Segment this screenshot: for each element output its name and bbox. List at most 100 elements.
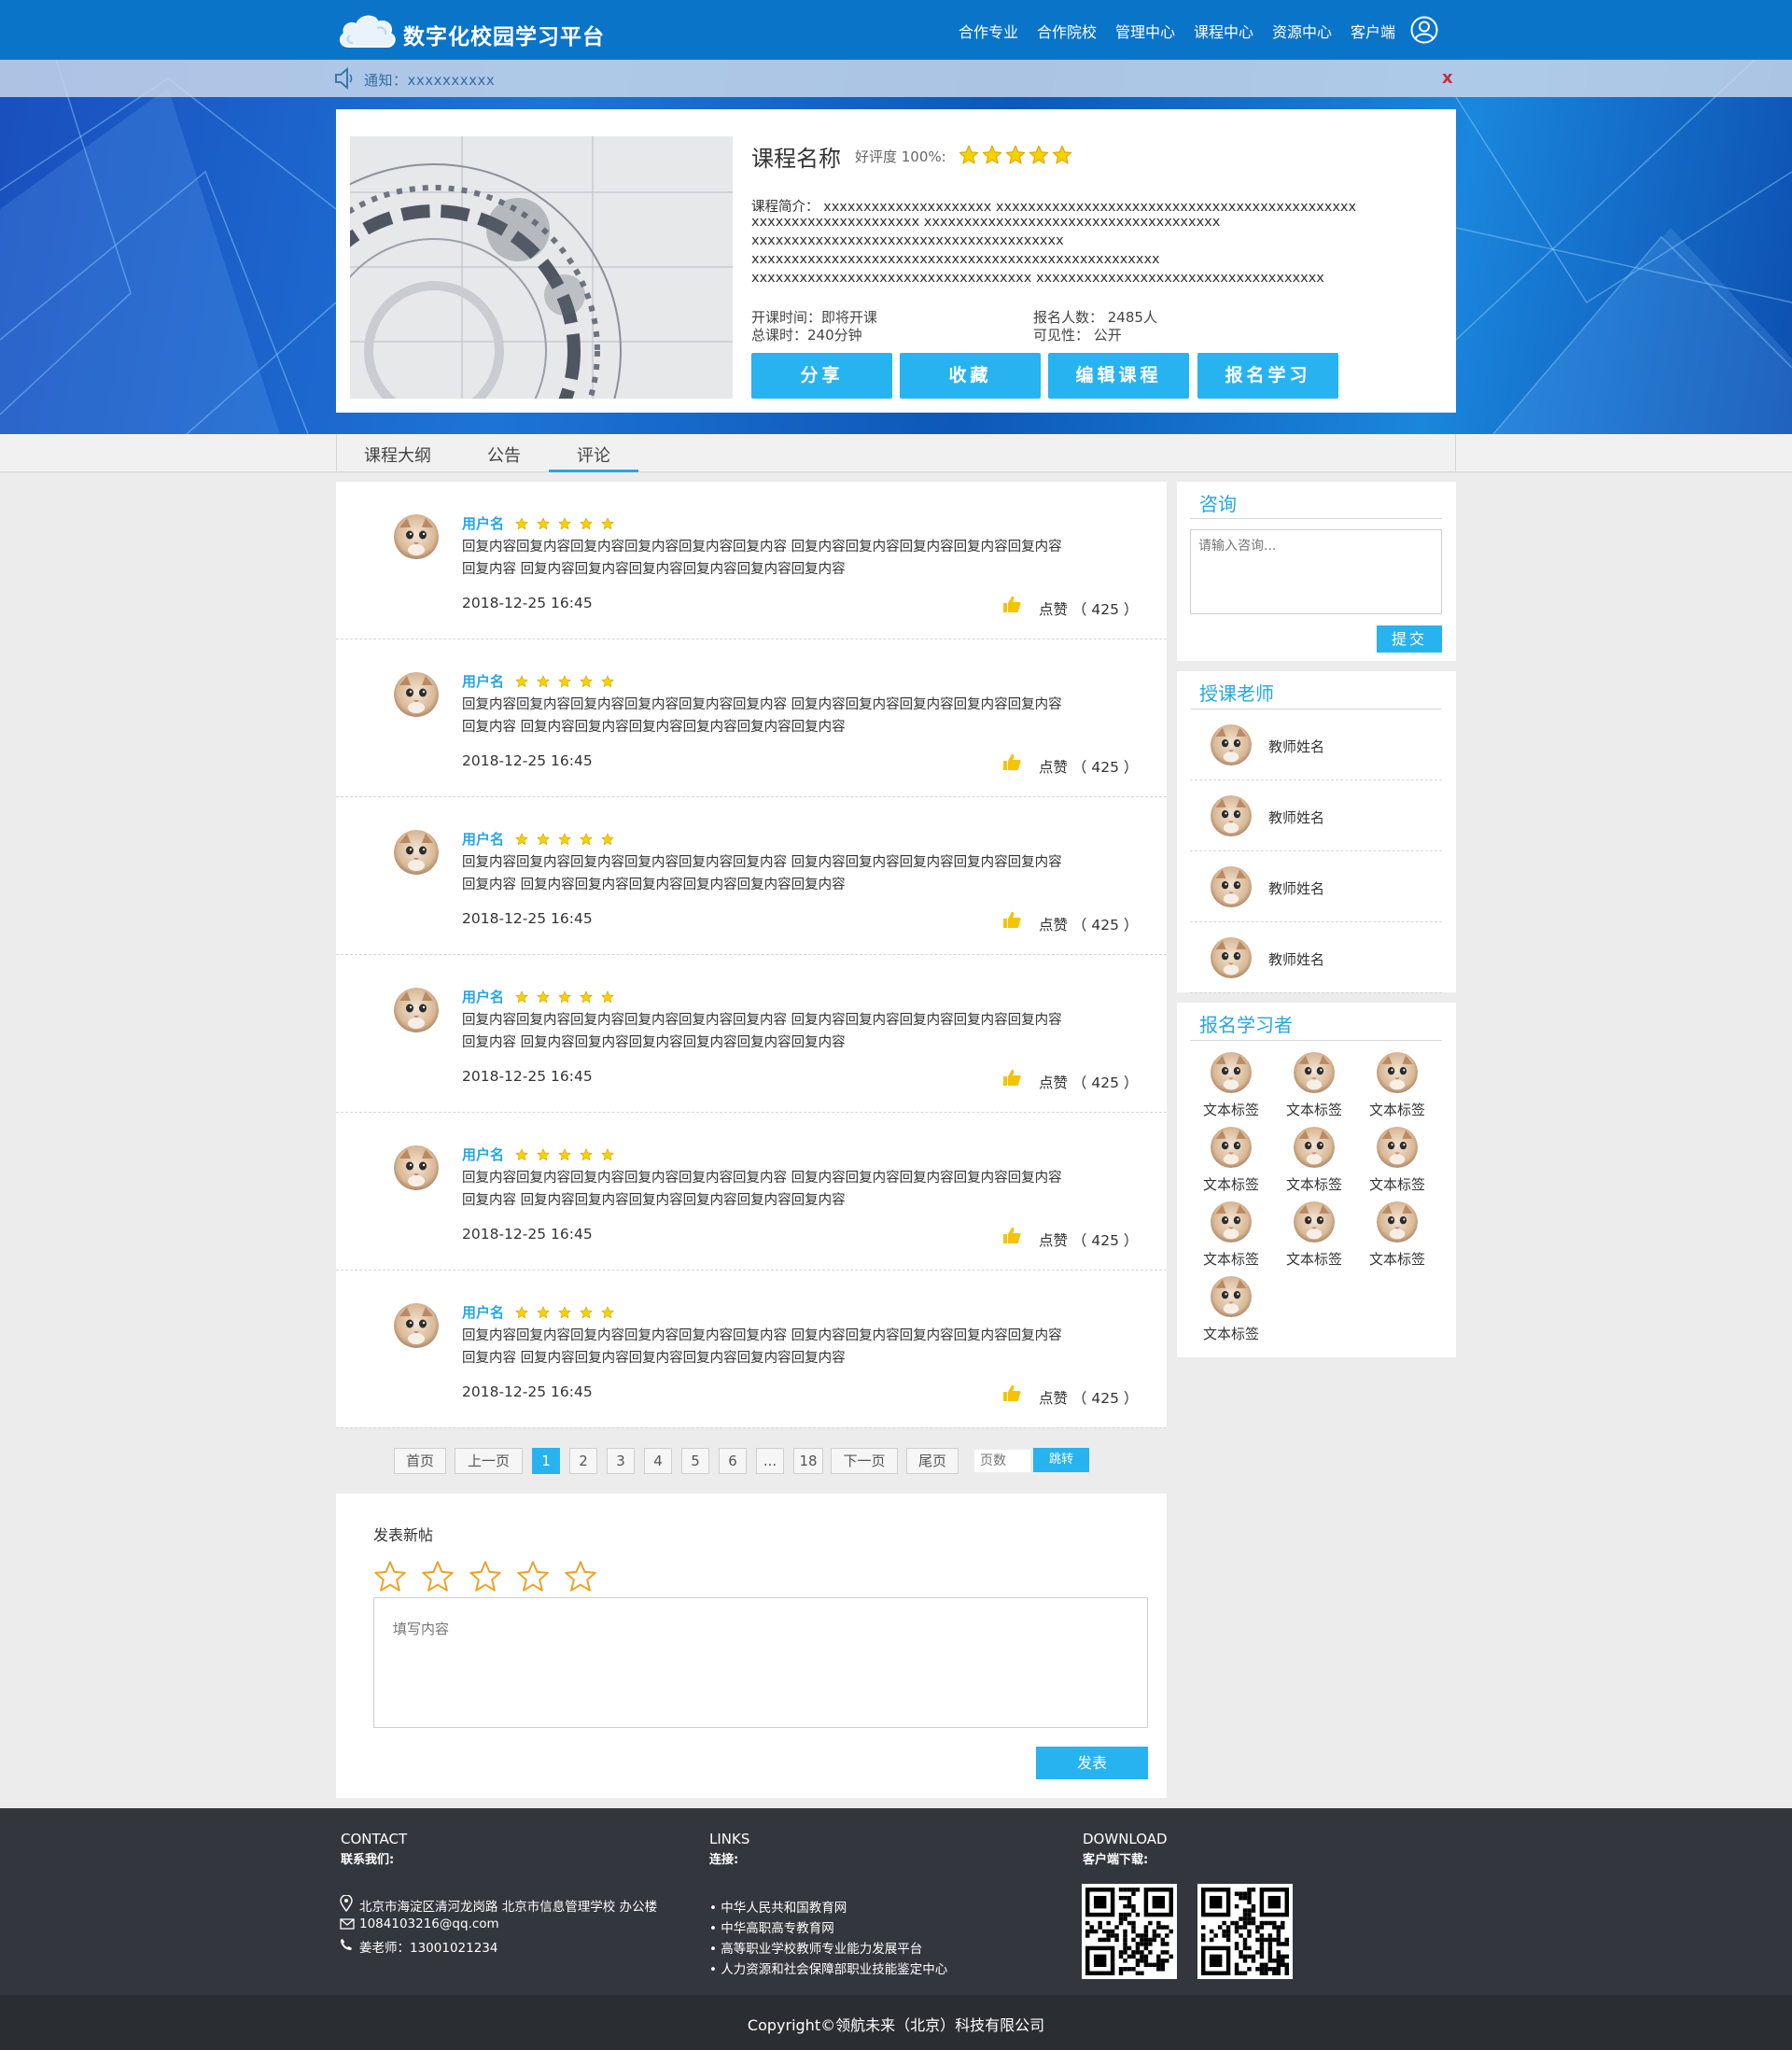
thumb-up-icon[interactable] bbox=[1001, 1067, 1022, 1088]
thumb-up-icon[interactable] bbox=[1001, 751, 1022, 772]
teacher-item[interactable]: 教师姓名 bbox=[1190, 780, 1442, 851]
learner-item[interactable]: 文本标签 bbox=[1277, 1127, 1351, 1198]
thumb-up-icon[interactable] bbox=[1001, 594, 1022, 614]
like-button[interactable]: 点赞 （ 425 ） bbox=[1039, 1387, 1138, 1408]
comment-text-line-2: 回复内容 回复内容回复内容回复内容回复内容回复内容回复内容 bbox=[462, 562, 846, 577]
footer-email[interactable]: 1084103216@qq.com bbox=[359, 1917, 499, 1931]
like-button[interactable]: 点赞 （ 425 ） bbox=[1039, 914, 1138, 934]
page-button-4[interactable]: 4 bbox=[644, 1448, 672, 1474]
teacher-item[interactable]: 教师姓名 bbox=[1190, 922, 1442, 993]
thumb-up-icon[interactable] bbox=[1001, 909, 1022, 930]
learner-item[interactable]: 文本标签 bbox=[1360, 1201, 1435, 1272]
course-intro-line-4: xxxxxxxxxxxxxxxxxxxxxxxxxxxxxxxxxxxxxxxx… bbox=[751, 252, 1160, 267]
like-button[interactable]: 点赞 （ 425 ） bbox=[1039, 1229, 1138, 1250]
nav-client[interactable]: 客户端 bbox=[1351, 20, 1395, 42]
post-content-input[interactable] bbox=[373, 1597, 1148, 1728]
like-button[interactable]: 点赞 （ 425 ） bbox=[1039, 598, 1138, 619]
avatar[interactable] bbox=[394, 830, 439, 875]
comment-text-line-1: 回复内容回复内容回复内容回复内容回复内容回复内容 回复内容回复内容回复内容回复内… bbox=[462, 855, 1062, 870]
learner-item[interactable]: 文本标签 bbox=[1360, 1127, 1435, 1198]
learner-item[interactable]: 文本标签 bbox=[1194, 1052, 1268, 1123]
page-next-button[interactable]: 下一页 bbox=[831, 1448, 898, 1474]
comment-username[interactable]: 用户名 bbox=[462, 829, 504, 849]
learners-title: 报名学习者 bbox=[1199, 1014, 1293, 1036]
avatar[interactable] bbox=[394, 672, 439, 717]
star-icon bbox=[1052, 145, 1072, 165]
teacher-item[interactable]: 教师姓名 bbox=[1190, 709, 1442, 780]
avatar[interactable] bbox=[394, 514, 439, 559]
favorite-button[interactable]: 收藏 bbox=[900, 353, 1041, 399]
page-button-3[interactable]: 3 bbox=[607, 1448, 635, 1474]
learner-item[interactable]: 文本标签 bbox=[1194, 1276, 1268, 1347]
comment-username[interactable]: 用户名 bbox=[462, 987, 504, 1006]
thumb-up-icon[interactable] bbox=[1001, 1225, 1022, 1245]
page-button-5[interactable]: 5 bbox=[681, 1448, 709, 1474]
page-number-input[interactable] bbox=[973, 1449, 1031, 1473]
nav-resource-center[interactable]: 资源中心 bbox=[1272, 20, 1332, 42]
page-first-button[interactable]: 首页 bbox=[394, 1448, 446, 1474]
tab-syllabus[interactable]: 课程大纲 bbox=[364, 442, 431, 467]
learner-item[interactable]: 文本标签 bbox=[1194, 1127, 1268, 1198]
avatar[interactable] bbox=[394, 988, 439, 1032]
star-icon bbox=[515, 1305, 528, 1323]
rating-star-input[interactable] bbox=[421, 1560, 455, 1594]
consult-input[interactable] bbox=[1190, 529, 1442, 614]
comment-username[interactable]: 用户名 bbox=[462, 671, 504, 691]
nav-cooperation-majors[interactable]: 合作专业 bbox=[959, 20, 1018, 42]
page-jump-button[interactable]: 跳转 bbox=[1033, 1448, 1089, 1472]
tab-announcement[interactable]: 公告 bbox=[487, 442, 521, 467]
edit-course-button[interactable]: 编辑课程 bbox=[1048, 353, 1189, 399]
learner-item[interactable]: 文本标签 bbox=[1277, 1201, 1351, 1272]
share-button[interactable]: 分享 bbox=[751, 353, 892, 399]
nav-cooperation-schools[interactable]: 合作院校 bbox=[1037, 20, 1097, 42]
avatar bbox=[1377, 1052, 1418, 1093]
comment-text-line-2: 回复内容 回复内容回复内容回复内容回复内容回复内容回复内容 bbox=[462, 1351, 846, 1366]
page-button-1[interactable]: 1 bbox=[532, 1448, 560, 1474]
avatar bbox=[1294, 1201, 1335, 1243]
rating-star-input[interactable] bbox=[469, 1560, 502, 1594]
comment-time: 2018-12-25 16:45 bbox=[462, 1226, 593, 1243]
footer-link-teacher-platform[interactable]: • 高等职业学校教师专业能力发展平台 bbox=[709, 1938, 922, 1957]
learner-item[interactable]: 文本标签 bbox=[1277, 1052, 1351, 1123]
page-last-button[interactable]: 尾页 bbox=[906, 1448, 959, 1474]
page-button-2[interactable]: 2 bbox=[569, 1448, 597, 1474]
learner-name: 文本标签 bbox=[1202, 1326, 1259, 1342]
nav-management-center[interactable]: 管理中心 bbox=[1115, 20, 1175, 42]
star-icon bbox=[537, 832, 550, 849]
avatar[interactable] bbox=[394, 1303, 439, 1348]
tab-comments[interactable]: 评论 bbox=[577, 442, 610, 467]
page-button-6[interactable]: 6 bbox=[719, 1448, 747, 1474]
rating-star-input[interactable] bbox=[564, 1560, 597, 1594]
nav-course-center[interactable]: 课程中心 bbox=[1194, 20, 1253, 42]
site-title[interactable]: 数字化校园学习平台 bbox=[403, 19, 605, 50]
comment-item: 用户名 回复内容回复内容回复内容回复内容回复内容回复内容 回复内容回复内容回复内容… bbox=[336, 639, 1167, 797]
user-circle-icon[interactable] bbox=[1410, 16, 1438, 44]
rating-star-input[interactable] bbox=[373, 1560, 407, 1594]
footer-link-moe[interactable]: • 中华人民共和国教育网 bbox=[709, 1897, 847, 1916]
teacher-item[interactable]: 教师姓名 bbox=[1190, 851, 1442, 922]
qr-code-icon[interactable] bbox=[1197, 1884, 1293, 1979]
comment-username[interactable]: 用户名 bbox=[462, 513, 504, 533]
page-prev-button[interactable]: 上一页 bbox=[455, 1448, 523, 1474]
enroll-button[interactable]: 报名学习 bbox=[1197, 353, 1338, 399]
comment-username[interactable]: 用户名 bbox=[462, 1302, 504, 1322]
comment-username[interactable]: 用户名 bbox=[462, 1144, 504, 1164]
learner-item[interactable]: 文本标签 bbox=[1194, 1201, 1268, 1272]
thumb-up-icon[interactable] bbox=[1001, 1383, 1022, 1403]
close-icon[interactable]: x bbox=[1442, 68, 1453, 88]
avatar[interactable] bbox=[394, 1145, 439, 1190]
like-button[interactable]: 点赞 （ 425 ） bbox=[1039, 756, 1138, 777]
like-button[interactable]: 点赞 （ 425 ） bbox=[1039, 1072, 1138, 1092]
cloud-logo-icon[interactable] bbox=[336, 9, 398, 50]
avatar bbox=[1211, 724, 1252, 765]
footer-link-vocational[interactable]: • 中华高职高专教育网 bbox=[709, 1917, 834, 1936]
rating-star-input[interactable] bbox=[516, 1560, 550, 1594]
consult-submit-button[interactable]: 提交 bbox=[1377, 625, 1442, 653]
qr-code-icon[interactable] bbox=[1082, 1884, 1177, 1979]
footer-link-skills-center[interactable]: • 人力资源和社会保障部职业技能鉴定中心 bbox=[709, 1959, 947, 1977]
comment-rating bbox=[515, 674, 614, 692]
star-icon bbox=[515, 1147, 528, 1165]
page-button-18[interactable]: 18 bbox=[793, 1448, 823, 1474]
post-submit-button[interactable]: 发表 bbox=[1036, 1747, 1148, 1779]
learner-item[interactable]: 文本标签 bbox=[1360, 1052, 1435, 1123]
